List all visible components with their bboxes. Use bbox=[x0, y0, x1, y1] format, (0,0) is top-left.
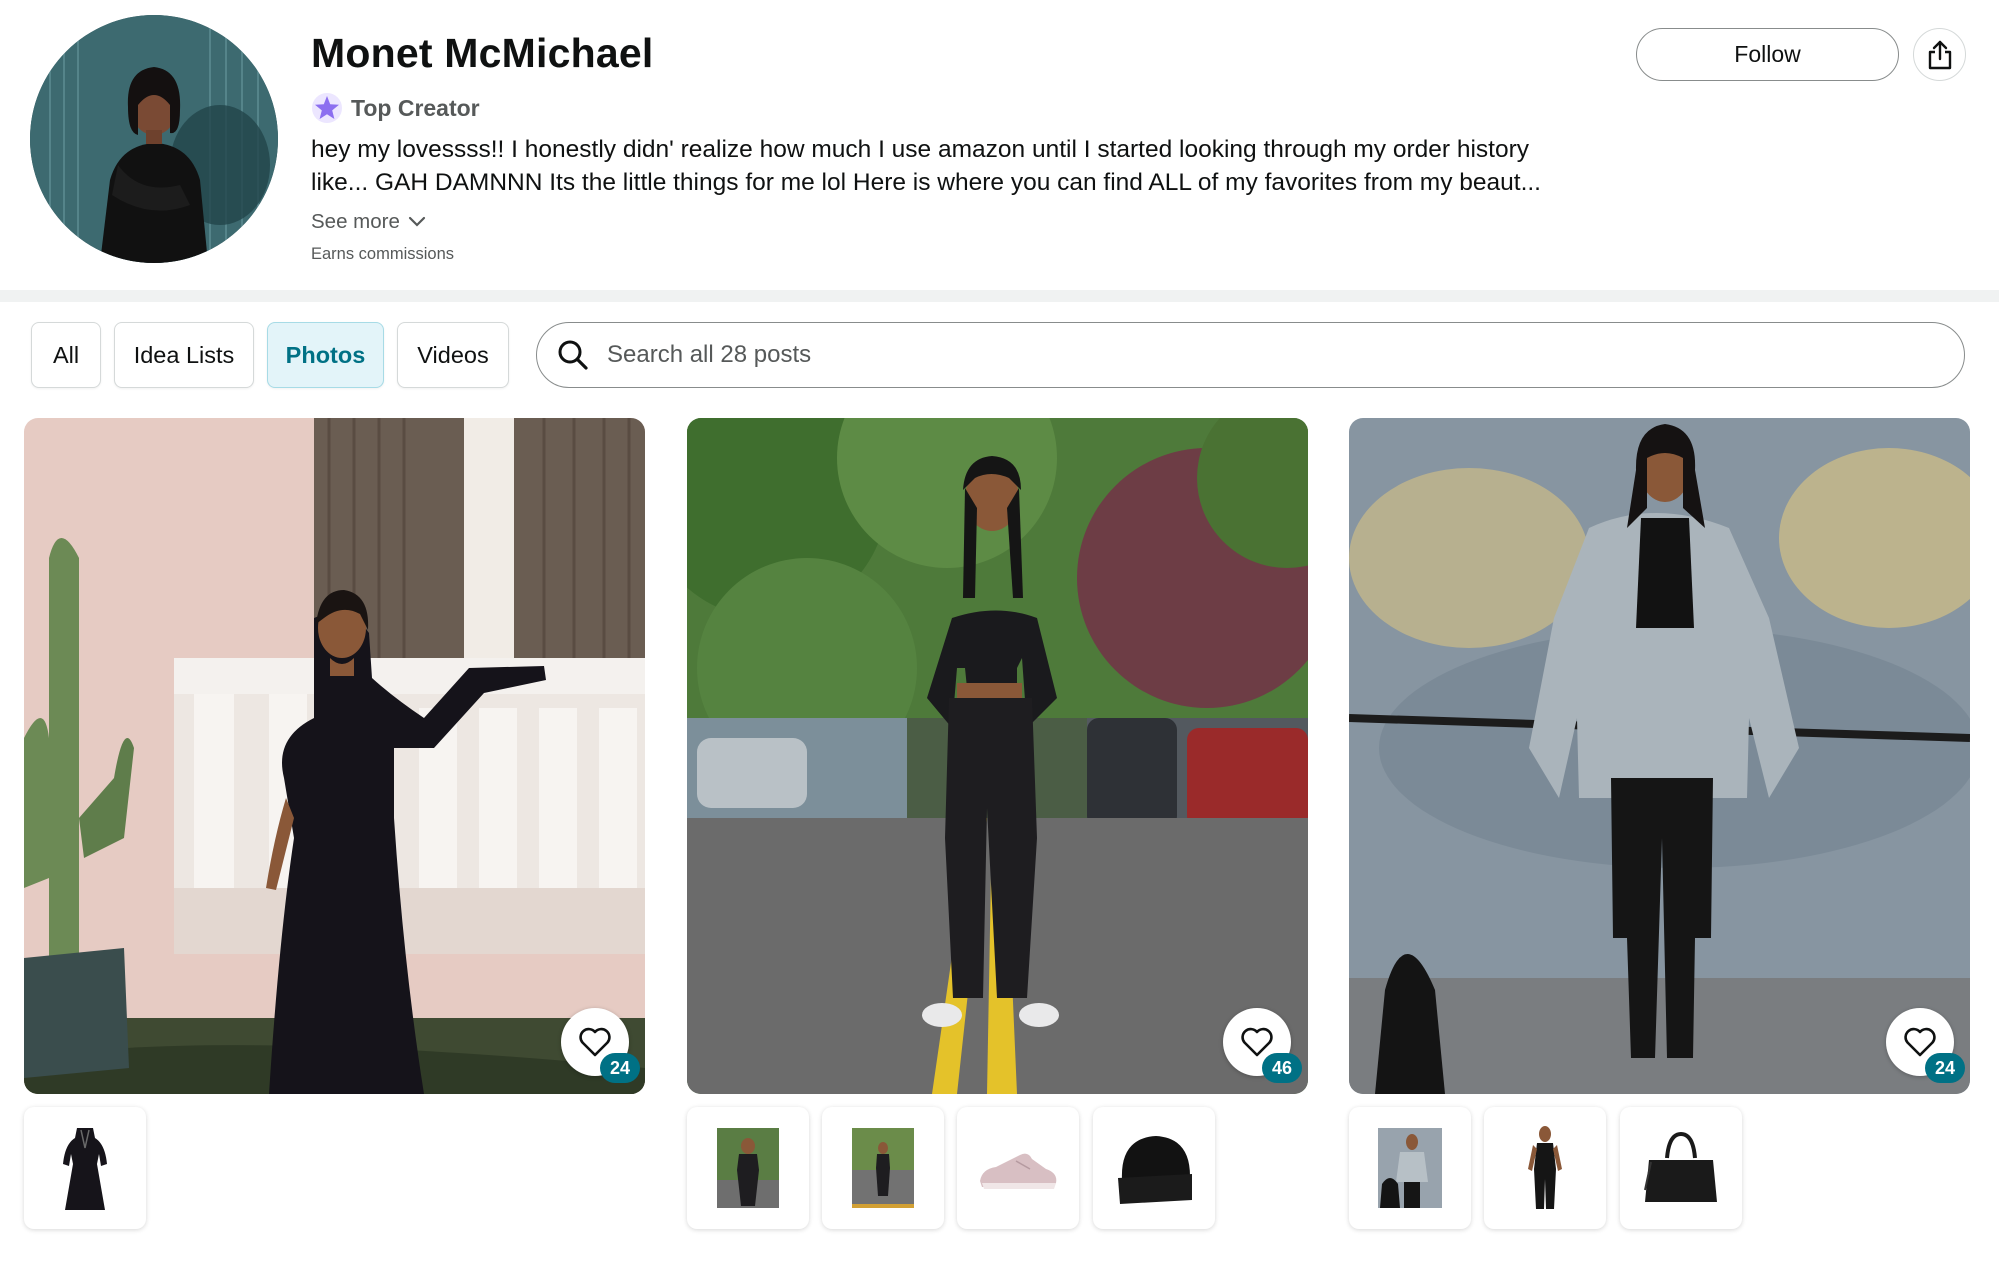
post-card[interactable]: 46 bbox=[687, 418, 1308, 1094]
outfit-photo-street-thumbnail bbox=[852, 1128, 914, 1208]
tab-photos[interactable]: Photos bbox=[267, 322, 384, 388]
heart-icon bbox=[1904, 1027, 1936, 1057]
share-icon bbox=[1928, 40, 1951, 69]
badge-label: Top Creator bbox=[351, 94, 480, 121]
heart-icon bbox=[579, 1027, 611, 1057]
product-thumbnail[interactable] bbox=[24, 1107, 146, 1229]
profile-header: Monet McMichael Top Creator hey my loves… bbox=[0, 0, 1999, 290]
product-thumbnail[interactable] bbox=[1620, 1107, 1742, 1229]
outfit-photo-jacket-thumbnail bbox=[1378, 1128, 1442, 1208]
like-count-badge: 24 bbox=[1925, 1053, 1965, 1083]
profile-photo bbox=[30, 15, 278, 263]
product-thumbnail[interactable] bbox=[822, 1107, 944, 1229]
search-bar[interactable] bbox=[536, 322, 1965, 388]
black-dress-thumbnail bbox=[63, 1128, 107, 1210]
black-tote-bag-thumbnail bbox=[1644, 1131, 1717, 1202]
like-count-badge: 24 bbox=[600, 1053, 640, 1083]
post-card[interactable]: 24 bbox=[1349, 418, 1970, 1094]
product-thumbnail[interactable] bbox=[1093, 1107, 1215, 1229]
pink-sneaker-thumbnail bbox=[980, 1153, 1057, 1189]
product-thumbnail[interactable] bbox=[687, 1107, 809, 1229]
post-card[interactable]: 24 bbox=[24, 418, 645, 1094]
top-creator-badge: Top Creator bbox=[311, 91, 480, 125]
product-thumbnail[interactable] bbox=[1349, 1107, 1471, 1229]
bio-line: like... GAH DAMNNN Its the little things… bbox=[311, 169, 1541, 196]
search-icon bbox=[558, 340, 588, 370]
product-thumbnail[interactable] bbox=[1484, 1107, 1606, 1229]
black-jumpsuit-thumbnail bbox=[1528, 1126, 1562, 1209]
black-beanie-thumbnail bbox=[1118, 1136, 1192, 1204]
avatar[interactable] bbox=[30, 15, 278, 263]
post-photo bbox=[1349, 418, 1970, 1094]
like-count-badge: 46 bbox=[1262, 1053, 1302, 1083]
product-thumbnail[interactable] bbox=[957, 1107, 1079, 1229]
heart-icon bbox=[1241, 1027, 1273, 1057]
tab-idea-lists[interactable]: Idea Lists bbox=[114, 322, 254, 388]
tab-all[interactable]: All bbox=[31, 322, 101, 388]
creator-bio: hey my lovessss!! I honestly didn' reali… bbox=[311, 133, 1601, 199]
chevron-down-icon bbox=[408, 216, 425, 227]
see-more-label: See more bbox=[311, 210, 400, 233]
bio-line: hey my lovessss!! I honestly didn' reali… bbox=[311, 136, 1530, 163]
search-input[interactable] bbox=[607, 341, 1907, 369]
tab-videos[interactable]: Videos bbox=[397, 322, 509, 388]
share-button[interactable] bbox=[1913, 28, 1966, 81]
post-photo bbox=[687, 418, 1308, 1094]
outfit-photo-thumbnail bbox=[717, 1128, 779, 1208]
post-photo bbox=[24, 418, 645, 1094]
creator-name: Monet McMichael bbox=[311, 30, 654, 76]
star-badge-icon bbox=[312, 93, 342, 123]
see-more-link[interactable]: See more bbox=[311, 207, 426, 237]
follow-button[interactable]: Follow bbox=[1636, 28, 1899, 81]
section-divider bbox=[0, 290, 1999, 302]
earns-commissions-label: Earns commissions bbox=[311, 245, 455, 263]
